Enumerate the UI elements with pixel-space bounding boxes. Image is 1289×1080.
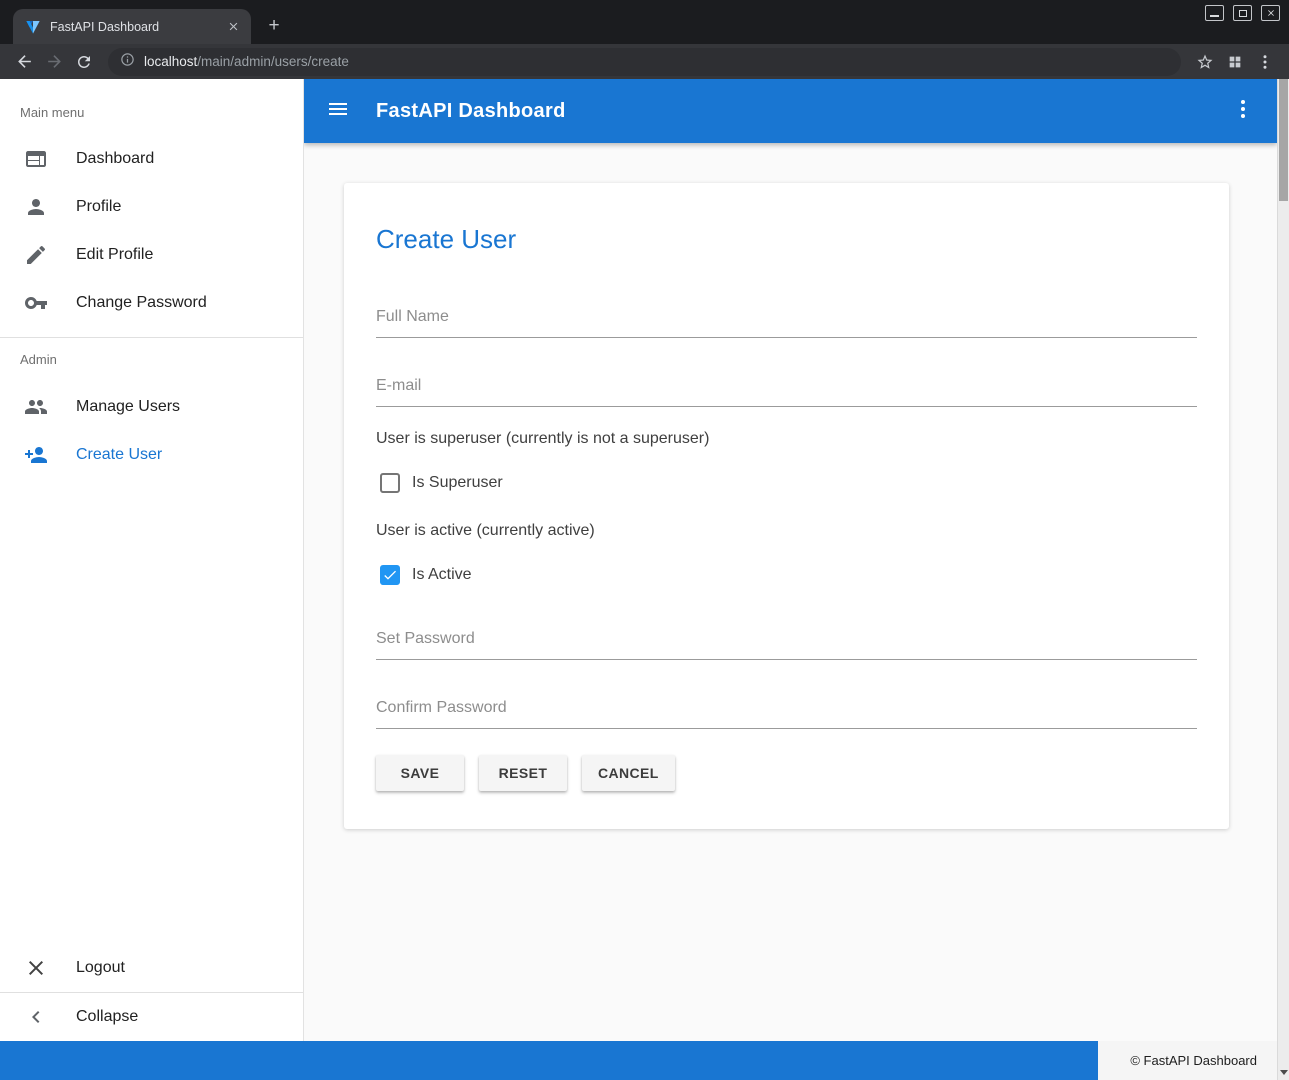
full-name-input[interactable] — [376, 305, 1197, 329]
url-text: localhost/main/admin/users/create — [144, 54, 349, 69]
chevron-left-icon — [24, 1005, 48, 1029]
tab-title: FastAPI Dashboard — [50, 20, 216, 34]
web-icon — [24, 147, 48, 171]
scrollbar-down-arrow[interactable] — [1280, 1070, 1288, 1075]
is-active-checkbox-row[interactable]: Is Active — [376, 555, 1197, 595]
sidebar-item-label: Change Password — [76, 294, 207, 312]
new-tab-button[interactable]: + — [262, 14, 286, 38]
sidebar-item-manage-users[interactable]: Manage Users — [0, 383, 303, 431]
browser-toolbar: localhost/main/admin/users/create — [0, 44, 1289, 79]
pencil-icon — [24, 243, 48, 267]
scrollbar-thumb[interactable] — [1279, 79, 1288, 201]
sidebar-item-label: Dashboard — [76, 150, 154, 168]
active-hint: User is active (currently active) — [376, 519, 1197, 543]
page-viewport: Main menu Dashboard Profile Edit Profile… — [0, 79, 1289, 1080]
sidebar-item-create-user[interactable]: Create User — [0, 431, 303, 479]
window-minimize-button[interactable] — [1205, 5, 1224, 21]
hamburger-menu-icon[interactable] — [326, 97, 350, 126]
page-title: Create User — [376, 223, 1197, 255]
window-controls — [1205, 5, 1280, 21]
people-icon — [24, 395, 48, 419]
address-bar[interactable]: localhost/main/admin/users/create — [108, 48, 1181, 76]
sidebar-item-label: Manage Users — [76, 398, 180, 416]
key-icon — [24, 291, 48, 315]
cancel-button[interactable]: CANCEL — [582, 755, 675, 791]
footer: © FastAPI Dashboard — [0, 1041, 1277, 1080]
confirm-password-input[interactable] — [376, 696, 1197, 720]
sidebar-item-profile[interactable]: Profile — [0, 183, 303, 231]
email-input[interactable] — [376, 374, 1197, 398]
reset-button[interactable]: RESET — [479, 755, 567, 791]
vuetify-logo-icon — [25, 19, 41, 35]
sidebar-item-collapse[interactable]: Collapse — [0, 993, 303, 1041]
window-maximize-button[interactable] — [1233, 5, 1252, 21]
window-close-button[interactable] — [1261, 5, 1280, 21]
browser-tab[interactable]: FastAPI Dashboard — [13, 9, 251, 44]
is-superuser-checkbox-row[interactable]: Is Superuser — [376, 463, 1197, 503]
app-bar-title: FastAPI Dashboard — [376, 100, 566, 123]
sidebar-section-admin: Admin — [0, 338, 303, 383]
sidebar-section-main-menu: Main menu — [0, 79, 303, 135]
footer-copyright: © FastAPI Dashboard — [1098, 1041, 1277, 1080]
extensions-icon[interactable] — [1221, 48, 1249, 76]
page-content: Create User User is superuser (currently… — [304, 143, 1277, 1041]
person-icon — [24, 195, 48, 219]
sidebar-item-label: Edit Profile — [76, 246, 153, 264]
app-bar: FastAPI Dashboard — [304, 79, 1277, 143]
sidebar-item-label: Collapse — [76, 1008, 138, 1026]
check-icon — [382, 567, 398, 583]
page-scrollbar[interactable] — [1277, 79, 1289, 1080]
email-field — [376, 374, 1197, 407]
checkbox-label: Is Active — [412, 566, 472, 584]
sidebar-item-label: Logout — [76, 959, 125, 977]
is-active-checkbox[interactable] — [380, 565, 400, 585]
full-name-field — [376, 305, 1197, 338]
browser-tab-strip: FastAPI Dashboard + — [0, 0, 1289, 44]
create-user-card: Create User User is superuser (currently… — [344, 183, 1229, 829]
close-icon — [24, 956, 48, 980]
bookmark-star-icon[interactable] — [1191, 48, 1219, 76]
url-path: /main/admin/users/create — [197, 54, 349, 69]
sidebar-item-change-password[interactable]: Change Password — [0, 279, 303, 327]
checkbox-label: Is Superuser — [412, 474, 503, 492]
confirm-password-field — [376, 696, 1197, 729]
back-button[interactable] — [10, 48, 38, 76]
reload-button[interactable] — [70, 48, 98, 76]
superuser-hint: User is superuser (currently is not a su… — [376, 427, 1197, 451]
set-password-field — [376, 627, 1197, 660]
sidebar-item-dashboard[interactable]: Dashboard — [0, 135, 303, 183]
browser-window: FastAPI Dashboard + localh — [0, 0, 1289, 1080]
forward-button[interactable] — [40, 48, 68, 76]
is-superuser-checkbox[interactable] — [380, 473, 400, 493]
app-bar-menu-icon[interactable] — [1231, 97, 1255, 126]
sidebar: Main menu Dashboard Profile Edit Profile… — [0, 79, 304, 1041]
main-area: FastAPI Dashboard Create User — [304, 79, 1277, 1041]
browser-menu-icon[interactable] — [1251, 48, 1279, 76]
person-add-icon — [24, 443, 48, 467]
save-button[interactable]: SAVE — [376, 755, 464, 791]
sidebar-item-label: Create User — [76, 446, 162, 464]
tab-close-icon[interactable] — [225, 19, 241, 35]
sidebar-item-edit-profile[interactable]: Edit Profile — [0, 231, 303, 279]
site-info-icon[interactable] — [120, 52, 135, 72]
url-host: localhost — [144, 54, 197, 69]
form-button-row: SAVE RESET CANCEL — [376, 755, 1197, 791]
sidebar-item-label: Profile — [76, 198, 121, 216]
sidebar-item-logout[interactable]: Logout — [0, 944, 303, 992]
set-password-input[interactable] — [376, 627, 1197, 651]
